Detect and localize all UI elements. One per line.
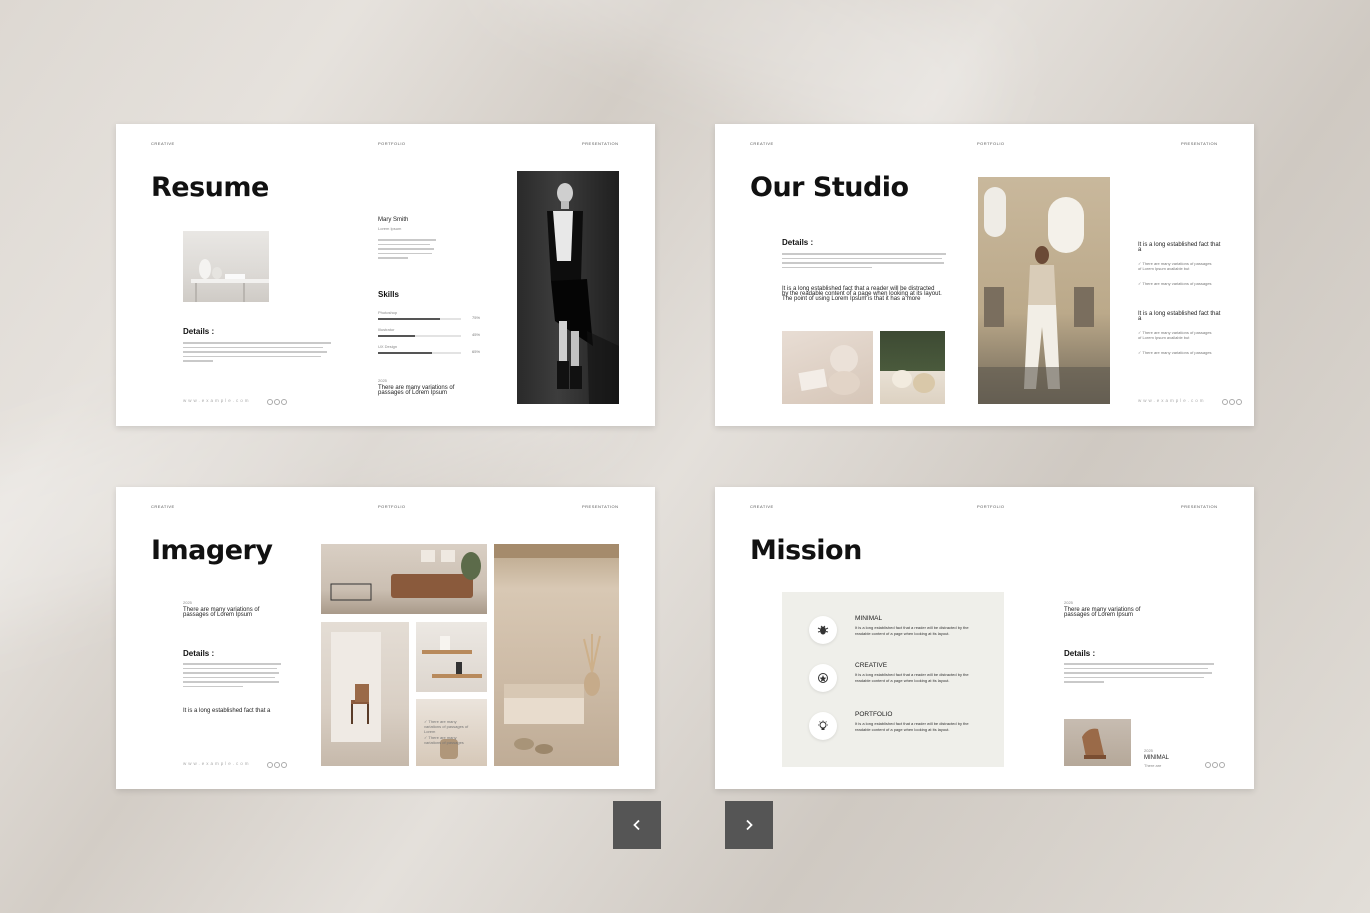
chevron-left-icon: [633, 819, 640, 831]
slide-imagery[interactable]: CREATIVE PORTFOLIO PRESENTATION Imagery …: [116, 487, 655, 789]
slide-title: Mission: [750, 535, 862, 566]
table-vase-photo: [183, 231, 269, 302]
mission-item-label: PORTFOLIO: [855, 711, 893, 718]
bio-text: [378, 239, 438, 262]
mission-panel: MINIMAL It is a long established fact th…: [782, 592, 1004, 767]
slide-our-studio[interactable]: CREATIVE PORTFOLIO PRESENTATION Our Stud…: [715, 124, 1254, 426]
header-right: PRESENTATION: [1181, 504, 1218, 509]
next-button[interactable]: [725, 801, 773, 849]
side-heading-1: It is a long established fact that a: [1138, 242, 1221, 253]
skill-percent: 65%: [472, 349, 481, 354]
caption: There are many variations of passages of…: [183, 607, 260, 618]
details-label: Details :: [183, 327, 215, 336]
footer-dots: [1222, 399, 1242, 405]
details-label: Details :: [782, 238, 814, 247]
skill-bar-fill: [378, 352, 432, 354]
established-text: It is a long established fact that a: [183, 708, 271, 714]
slide-title: Resume: [151, 172, 269, 203]
skill-name: UX Design: [378, 344, 398, 349]
bottom-year: 2025: [1144, 748, 1153, 753]
slide-mission[interactable]: CREATIVE PORTFOLIO PRESENTATION Mission …: [715, 487, 1254, 789]
armchair-photo: [1064, 719, 1131, 766]
details-text: [183, 663, 283, 690]
skill-name: Illustrator: [378, 327, 395, 332]
skill-bar: [378, 335, 461, 337]
slide-title: Our Studio: [750, 172, 909, 203]
header-center: PORTFOLIO: [378, 504, 406, 509]
details-text: [782, 253, 946, 271]
check-item: ✓ There are many variations of passages …: [1138, 261, 1212, 271]
footer-url: www.example.com: [1138, 398, 1206, 403]
year: 2025: [1064, 600, 1073, 605]
skill-bar: [378, 352, 461, 354]
vases-photo: [782, 331, 873, 404]
chair-room-photo: [321, 622, 409, 766]
chevron-right-icon: [746, 819, 753, 831]
header-right: PRESENTATION: [582, 504, 619, 509]
mission-item-text: It is a long established fact that a rea…: [855, 721, 969, 732]
header-left: CREATIVE: [151, 141, 175, 146]
footer-dots: [267, 399, 287, 405]
footer-url: www.example.com: [183, 398, 251, 403]
skills-label: Skills: [378, 290, 399, 299]
header-left: CREATIVE: [750, 141, 774, 146]
slide-resume[interactable]: CREATIVE PORTFOLIO PRESENTATION Resume D…: [116, 124, 655, 426]
bottom-sub: There are: [1144, 763, 1162, 768]
stools-photo: ✓ There are many variations of passages …: [416, 699, 487, 766]
details-text: [1064, 663, 1214, 686]
header-center: PORTFOLIO: [977, 504, 1005, 509]
header-right: PRESENTATION: [1181, 141, 1218, 146]
caption: There are many variations of passages of…: [378, 385, 455, 396]
footer-dots: [267, 762, 287, 768]
year: 2025: [378, 378, 387, 383]
skill-percent: 45%: [472, 332, 481, 337]
footer-url: www.example.com: [183, 761, 251, 766]
footer-dots: [1205, 762, 1225, 768]
badge-icon: [809, 664, 837, 692]
established-text: It is a long established fact that a rea…: [782, 286, 942, 302]
living-room-photo: [321, 544, 487, 614]
header-right: PRESENTATION: [582, 141, 619, 146]
skill-bar: [378, 318, 461, 320]
bedroom-photo: [494, 544, 619, 766]
caption: There are many variations of passages of…: [1064, 607, 1141, 618]
details-label: Details :: [1064, 649, 1096, 658]
mission-item-text: It is a long established fact that a rea…: [855, 672, 969, 683]
header-center: PORTFOLIO: [378, 141, 406, 146]
details-label: Details :: [183, 649, 215, 658]
header-left: CREATIVE: [151, 504, 175, 509]
model-bw-photo: [517, 171, 619, 404]
bottom-label: MINIMAL: [1144, 755, 1170, 761]
cups-photo: [880, 331, 945, 404]
mission-item-label: CREATIVE: [855, 662, 888, 669]
check-item: ✓ There are many variations of passages: [424, 735, 464, 745]
year: 2025: [183, 600, 192, 605]
person-name: Mary Smith: [378, 217, 409, 223]
prev-button[interactable]: [613, 801, 661, 849]
check-item: ✓ There are many variations of passages …: [424, 719, 469, 734]
shelf-photo: [416, 622, 487, 692]
check-item: ✓ There are many variations of passages: [1138, 281, 1212, 286]
skill-bar-fill: [378, 335, 416, 337]
details-text: [183, 342, 331, 365]
header-center: PORTFOLIO: [977, 141, 1005, 146]
mission-item-label: MINIMAL: [855, 615, 883, 622]
header-left: CREATIVE: [750, 504, 774, 509]
slide-title: Imagery: [151, 535, 273, 566]
mission-item-text: It is a long established fact that a rea…: [855, 625, 969, 636]
skill-percent: 75%: [472, 315, 481, 320]
bulb-icon: [809, 712, 837, 740]
woman-street-photo: [978, 177, 1110, 404]
side-heading-2: It is a long established fact that a: [1138, 311, 1221, 322]
skill-bar-fill: [378, 318, 441, 320]
bug-icon: [809, 616, 837, 644]
skill-name: Photoshop: [378, 310, 398, 315]
person-role: Lorem Ipsum: [378, 226, 402, 231]
check-item: ✓ There are many variations of passages: [1138, 350, 1212, 355]
check-item: ✓ There are many variations of passages …: [1138, 330, 1212, 340]
